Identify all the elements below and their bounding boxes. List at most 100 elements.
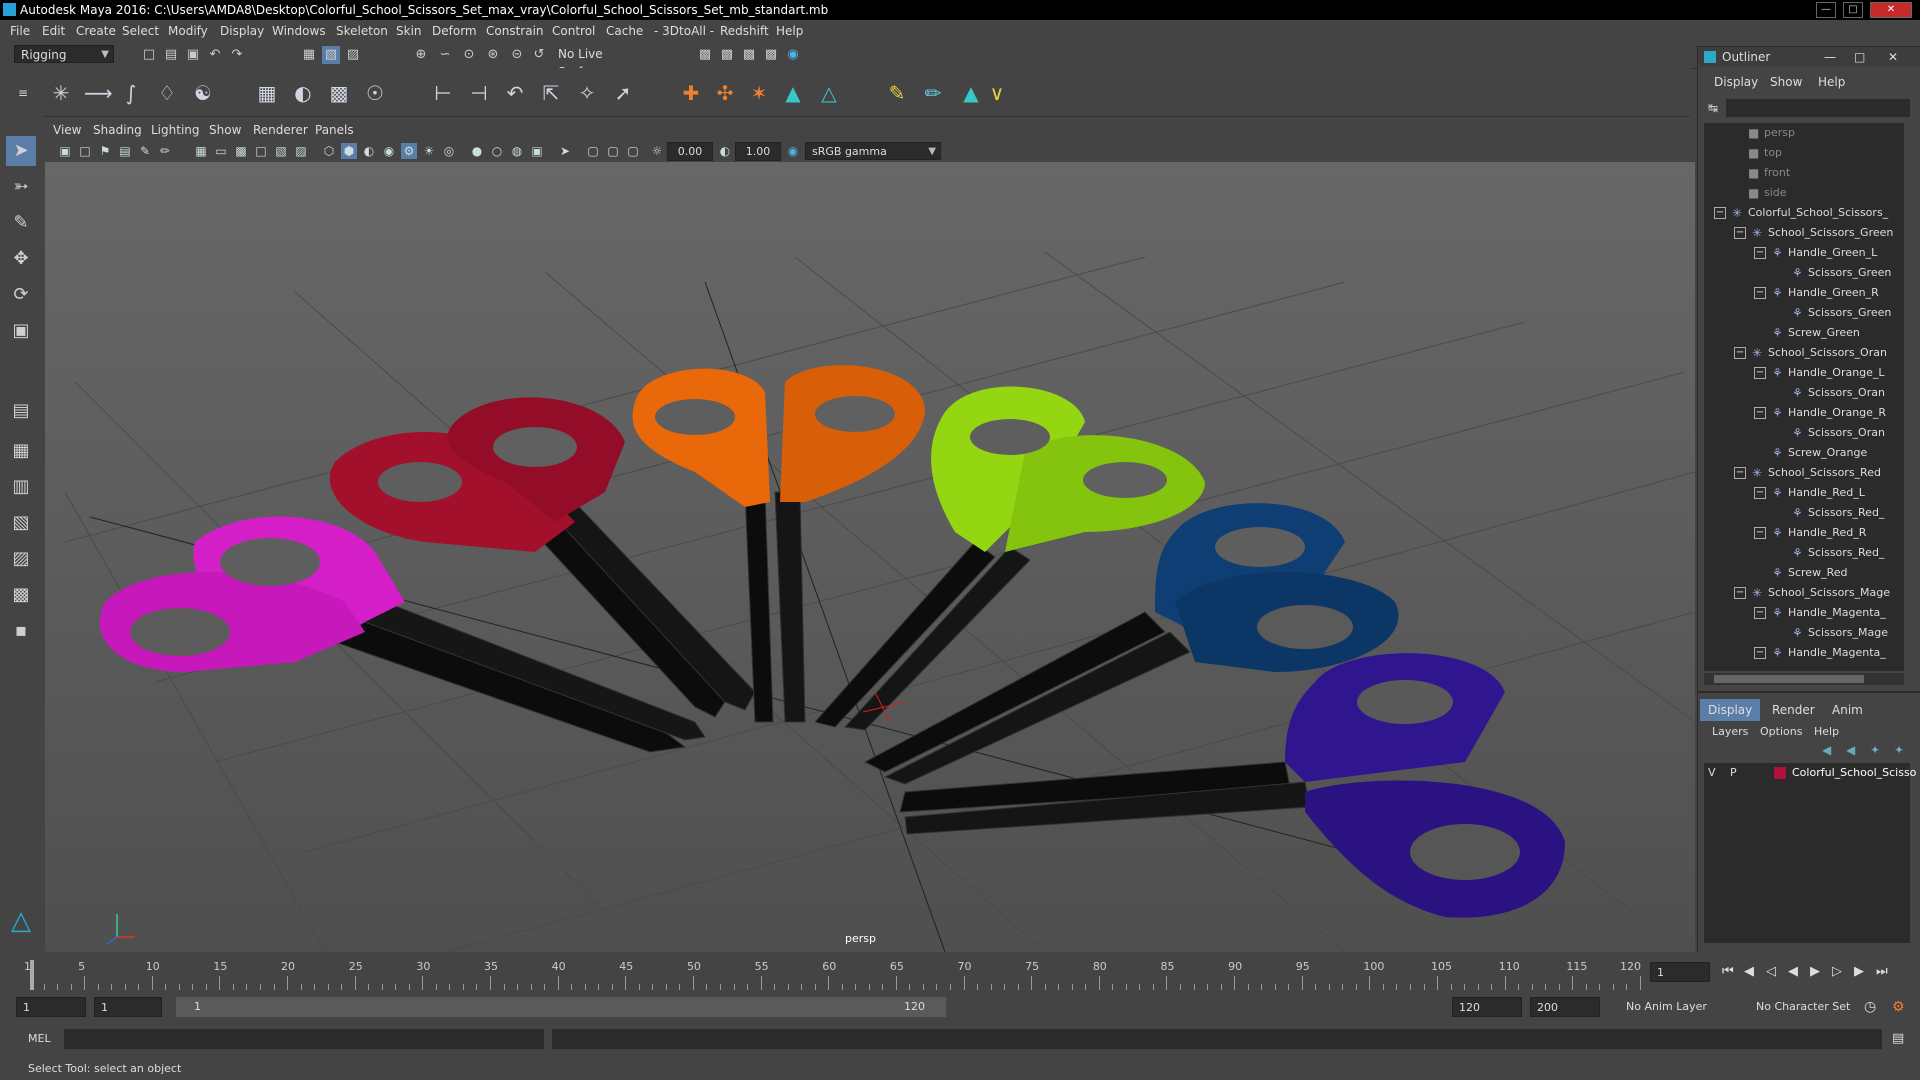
new-layer-icon[interactable]: ✦ [1870, 743, 1880, 757]
menu-edit[interactable]: Edit [42, 20, 65, 42]
grid-icon[interactable]: ▦ [193, 143, 209, 159]
set-driven-key-icon[interactable]: ✣ [712, 80, 738, 106]
menu-help[interactable]: Help [776, 20, 803, 42]
persp-hypershade-icon[interactable]: ▩ [6, 580, 36, 610]
step-forward-key-icon[interactable]: ▶ [1854, 964, 1864, 979]
layer-color-swatch[interactable] [1774, 767, 1786, 779]
character-set-dropdown[interactable]: No Character Set [1750, 997, 1860, 1017]
mirror-tool-icon[interactable]: ▲ [958, 80, 984, 106]
minimize-button[interactable]: — [1816, 2, 1836, 18]
filter-icon[interactable]: ↹ [1708, 101, 1718, 115]
smooth-shade-icon[interactable]: ⬢ [341, 143, 357, 159]
persp-outliner-icon[interactable]: ▧ [6, 508, 36, 538]
camera-select-icon[interactable]: ▣ [57, 143, 73, 159]
orient-constraint-icon[interactable]: ↶ [502, 80, 528, 106]
go-to-start-icon[interactable]: ⏮ [1722, 964, 1734, 979]
menu-select[interactable]: Select [122, 20, 159, 42]
xray-components-icon[interactable]: ▢ [605, 143, 621, 159]
layers-menu-help[interactable]: Help [1814, 725, 1839, 738]
blend-shape-icon[interactable]: ▲ [780, 80, 806, 106]
viewport-menu-renderer[interactable]: Renderer [253, 120, 308, 140]
screen-space-ao-icon[interactable]: ◎ [441, 143, 457, 159]
viewport-menu-panels[interactable]: Panels [315, 120, 354, 140]
save-scene-icon[interactable]: ▣ [184, 46, 202, 64]
bookmark-icon[interactable]: ⚑ [97, 143, 113, 159]
live-surface-field[interactable]: No Live Surface [552, 45, 648, 79]
select-hierarchy-icon[interactable]: ▦ [300, 46, 318, 64]
outliner-search-input[interactable] [1726, 99, 1910, 117]
mel-input[interactable] [64, 1029, 544, 1049]
current-frame-field[interactable]: 1 [1650, 962, 1710, 982]
exposure-icon[interactable]: ☼ [649, 143, 665, 159]
collapse-icon[interactable]: − [1754, 367, 1766, 379]
open-scene-icon[interactable]: ▤ [162, 46, 180, 64]
aim-constraint-icon[interactable]: ⊣ [466, 80, 492, 106]
persp-graph-icon[interactable]: ▨ [6, 544, 36, 574]
exposure-field[interactable]: 0.00 [667, 142, 713, 161]
layer-row[interactable]: V P Colorful_School_Scisso [1704, 763, 1916, 783]
viewport-menu-lighting[interactable]: Lighting [151, 120, 200, 140]
step-back-frame-icon[interactable]: ◁ [1766, 964, 1776, 979]
vertex-tool-icon[interactable]: ∨ [984, 80, 1010, 106]
tab-anim[interactable]: Anim [1824, 699, 1871, 721]
gate-mask-icon[interactable]: □ [253, 143, 269, 159]
xray-icon[interactable]: ➤ [557, 143, 573, 159]
gamma-icon[interactable]: ◐ [717, 143, 733, 159]
pole-vector-icon[interactable]: ➚ [610, 80, 636, 106]
shadows-icon[interactable]: ☀ [421, 143, 437, 159]
select-component-icon[interactable]: ▨ [344, 46, 362, 64]
tab-display[interactable]: Display [1700, 699, 1761, 721]
new-scene-icon[interactable]: □ [140, 46, 158, 64]
step-back-key-icon[interactable]: ◀ [1744, 964, 1754, 979]
scene-end-field[interactable]: 200 [1530, 997, 1600, 1017]
auto-key-icon[interactable]: ◷ [1864, 999, 1876, 1015]
ipr-render-icon[interactable]: ▩ [740, 46, 758, 64]
collapse-icon[interactable]: − [1734, 587, 1746, 599]
wireframe-icon[interactable]: ⬡ [321, 143, 337, 159]
go-to-end-icon[interactable]: ⏭ [1876, 964, 1888, 979]
menu-file[interactable]: File [10, 20, 30, 42]
render-view-icon[interactable]: ▩ [696, 46, 714, 64]
collapse-icon[interactable]: − [1734, 347, 1746, 359]
move-layer-down-icon[interactable]: ◀ [1846, 743, 1855, 757]
bind-skin-icon[interactable]: ▦ [254, 80, 280, 106]
gamma-field[interactable]: 1.00 [735, 142, 781, 161]
layer-visibility-toggle[interactable]: V [1708, 763, 1716, 783]
parent-constraint-icon[interactable]: ✧ [574, 80, 600, 106]
play-backward-icon[interactable]: ◀ [1788, 964, 1798, 979]
hypershade-icon[interactable]: ◉ [784, 46, 802, 64]
tab-render[interactable]: Render [1764, 699, 1823, 721]
field-chart-icon[interactable]: ▧ [273, 143, 289, 159]
menu-deform[interactable]: Deform [432, 20, 477, 42]
collapse-icon[interactable]: − [1754, 527, 1766, 539]
camera-attrs-icon[interactable]: □ [77, 143, 93, 159]
layer-playback-toggle[interactable]: P [1730, 763, 1737, 783]
grease-pencil-icon[interactable]: ✎ [137, 143, 153, 159]
colorspace-dropdown[interactable]: sRGB gamma ▼ [805, 142, 941, 160]
menu-create[interactable]: Create [76, 20, 116, 42]
menu-redshift[interactable]: Redshift [720, 20, 769, 42]
humanik-icon[interactable]: ☯ [190, 80, 216, 106]
anim-layer-dropdown[interactable]: No Anim Layer [1620, 997, 1740, 1017]
depth-of-field-icon[interactable]: ◍ [509, 143, 525, 159]
hud-icon[interactable]: ▢ [625, 143, 641, 159]
textured-icon[interactable]: ◉ [381, 143, 397, 159]
menuset-dropdown[interactable]: Rigging ▼ [14, 45, 114, 63]
render-settings-icon[interactable]: ▩ [762, 46, 780, 64]
paint-tool-icon[interactable]: ✏ [920, 80, 946, 106]
collapse-icon[interactable]: − [1754, 607, 1766, 619]
render-frame-icon[interactable]: ▩ [718, 46, 736, 64]
menu-modify[interactable]: Modify [168, 20, 208, 42]
viewport-menu-view[interactable]: View [53, 120, 81, 140]
snap-curve-icon[interactable]: ∽ [436, 46, 454, 64]
safe-action-icon[interactable]: ▨ [293, 143, 309, 159]
single-view-icon[interactable]: ▤ [6, 396, 36, 426]
collapse-icon[interactable]: − [1754, 287, 1766, 299]
select-tool-icon[interactable]: ➤ [6, 136, 36, 166]
side-by-side-icon[interactable]: ▥ [6, 472, 36, 502]
script-editor-icon[interactable]: ▤ [1892, 1031, 1904, 1046]
outliner-menu-show[interactable]: Show [1770, 75, 1802, 89]
xray-joints-icon[interactable]: ▢ [585, 143, 601, 159]
snap-point-icon[interactable]: ⊙ [460, 46, 478, 64]
color-management-icon[interactable]: ◉ [785, 143, 801, 159]
